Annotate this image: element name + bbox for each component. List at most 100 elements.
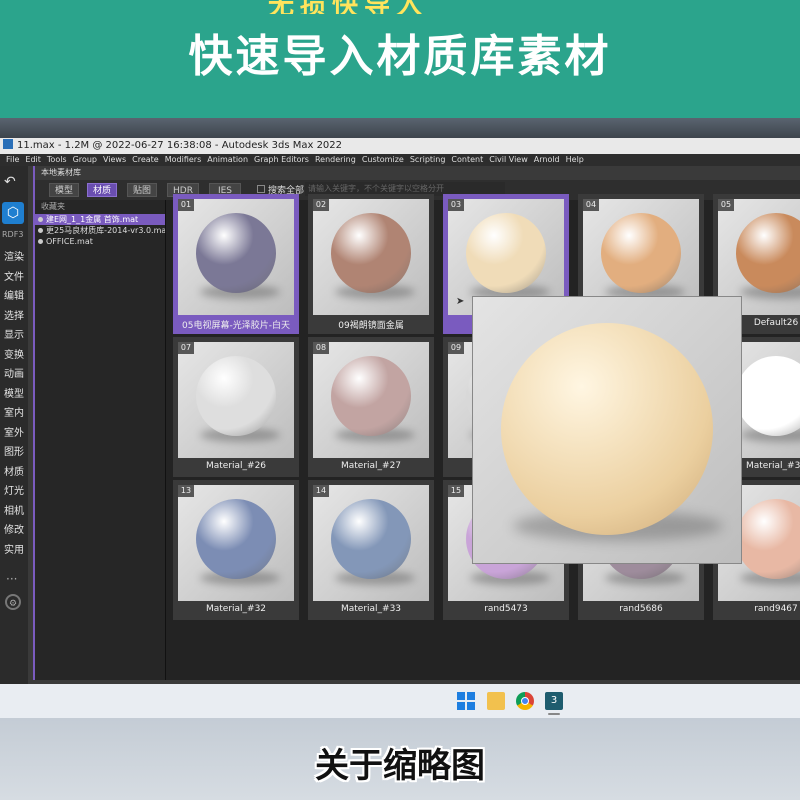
favorites-item[interactable]: 建E网_1_1金属 首饰.mat bbox=[35, 214, 165, 225]
material-thumbnail[interactable]: 13 Material_#32 bbox=[173, 480, 299, 620]
window-title: 11.max - 1.2M @ 2022-06-27 16:38:08 - Au… bbox=[17, 140, 343, 151]
plugin-nav-item[interactable]: 室外 bbox=[0, 424, 28, 444]
material-sphere bbox=[466, 213, 546, 293]
thumbnail-number: 04 bbox=[583, 199, 599, 211]
plugin-nav-item[interactable]: 相机 bbox=[0, 502, 28, 522]
menu-item[interactable]: Views bbox=[103, 155, 126, 164]
plugin-nav-item[interactable]: 实用 bbox=[0, 541, 28, 561]
material-sphere bbox=[736, 356, 800, 436]
material-label: 05电视屏幕-光泽胶片-白天 bbox=[182, 321, 290, 331]
thumbnail-image: 13 bbox=[178, 485, 294, 601]
menu-item[interactable]: Tools bbox=[47, 155, 67, 164]
3dsmax-icon[interactable]: 3 bbox=[545, 692, 563, 710]
blurred-background-band bbox=[0, 118, 800, 138]
plugin-nav-item[interactable]: 模型 bbox=[0, 385, 28, 405]
plugin-nav-item[interactable]: 图形 bbox=[0, 443, 28, 463]
material-thumbnail[interactable]: 01 05电视屏幕-光泽胶片-白天 bbox=[173, 194, 299, 334]
material-thumbnail[interactable]: 07 Material_#26 bbox=[173, 337, 299, 477]
menu-item[interactable]: Arnold bbox=[534, 155, 560, 164]
settings-icon[interactable]: ⚙ bbox=[5, 594, 21, 610]
plugin-nav-item[interactable]: 材质 bbox=[0, 463, 28, 483]
thumbnail-image: 01 bbox=[178, 199, 294, 315]
menu-item[interactable]: Content bbox=[451, 155, 483, 164]
thumbnail-image: 07 bbox=[178, 342, 294, 458]
menu-item[interactable]: Scripting bbox=[410, 155, 446, 164]
plugin-nav-item[interactable]: 显示 bbox=[0, 326, 28, 346]
material-preview-popup bbox=[472, 296, 742, 564]
plugin-sidebar: ↶ ⬡ RDF3 渲染 文件 编辑 选择 显示 变换 动画 模型 室内 室外 图形 材质 灯光 相机 修改实… bbox=[0, 166, 28, 684]
material-sphere bbox=[196, 356, 276, 436]
more-icon[interactable]: ··· bbox=[6, 572, 17, 586]
plugin-nav: 渲染 文件 编辑 选择 显示 变换 动画 模型 室内 室外 图形 材质 灯光 相机 修改 实用 bbox=[0, 248, 28, 560]
material-label: Material_#33 bbox=[340, 604, 402, 614]
material-sphere bbox=[196, 213, 276, 293]
plugin-nav-item[interactable]: 室内 bbox=[0, 404, 28, 424]
plugin-nav-item[interactable]: 编辑 bbox=[0, 287, 28, 307]
preview-sphere bbox=[501, 323, 713, 535]
material-sphere bbox=[331, 499, 411, 579]
thumbnail-image: 14 bbox=[313, 485, 429, 601]
menu-item[interactable]: Graph Editors bbox=[254, 155, 309, 164]
menu-item[interactable]: Help bbox=[566, 155, 584, 164]
plugin-brand: RDF3 bbox=[2, 230, 24, 239]
file-explorer-icon[interactable] bbox=[487, 692, 505, 710]
thumbnail-image: 08 bbox=[313, 342, 429, 458]
plugin-logo-icon[interactable]: ⬡ bbox=[2, 202, 24, 224]
undo-icon[interactable]: ↶ bbox=[4, 174, 20, 190]
thumbnail-number: 09 bbox=[448, 342, 464, 354]
plugin-nav-item[interactable]: 修改 bbox=[0, 521, 28, 541]
material-label: rand9467 bbox=[754, 604, 798, 614]
3dsmax-app-icon bbox=[3, 139, 13, 149]
thumbnail-number: 14 bbox=[313, 485, 329, 497]
material-sphere bbox=[736, 213, 800, 293]
thumbnail-number: 13 bbox=[178, 485, 194, 497]
thumbnail-number: 02 bbox=[313, 199, 329, 211]
active-app-indicator bbox=[548, 713, 560, 715]
menu-item[interactable]: Edit bbox=[25, 155, 41, 164]
menu-item[interactable]: Rendering bbox=[315, 155, 356, 164]
thumbnail-number: 07 bbox=[178, 342, 194, 354]
material-thumbnail[interactable]: 08 Material_#27 bbox=[308, 337, 434, 477]
menu-item[interactable]: Civil View bbox=[489, 155, 528, 164]
plugin-nav-item[interactable]: 文件 bbox=[0, 268, 28, 288]
thumbnail-number: 01 bbox=[178, 199, 194, 211]
menu-item[interactable]: Modifiers bbox=[165, 155, 202, 164]
windows-start-icon[interactable] bbox=[457, 692, 475, 710]
plugin-nav-item[interactable]: 渲染 bbox=[0, 248, 28, 268]
material-sphere bbox=[331, 213, 411, 293]
material-label: Material_#27 bbox=[340, 461, 402, 471]
top-banner: 无损快导入 快速导入材质库素材 bbox=[0, 0, 800, 118]
search-all-checkbox[interactable] bbox=[257, 185, 265, 193]
bullet-icon bbox=[38, 217, 43, 222]
bullet-icon bbox=[38, 239, 43, 244]
plugin-nav-item[interactable]: 选择 bbox=[0, 307, 28, 327]
menu-item[interactable]: Group bbox=[73, 155, 97, 164]
windows-taskbar: 3 bbox=[0, 684, 800, 718]
banner-top-text-clipped: 无损快导入 bbox=[0, 0, 800, 14]
material-label: rand5686 bbox=[619, 604, 663, 614]
plugin-nav-item[interactable]: 变换 bbox=[0, 346, 28, 366]
thumbnail-image: 02 bbox=[313, 199, 429, 315]
favorites-item[interactable]: 更25马良材质库-2014-vr3.0.mat bbox=[35, 225, 165, 236]
menu-bar: File Edit Tools Group Views Create Modifiers An… bbox=[0, 154, 800, 166]
menu-item[interactable]: Animation bbox=[207, 155, 248, 164]
tab-material[interactable]: 材质 bbox=[87, 183, 117, 197]
thumbnail-number: 15 bbox=[448, 485, 464, 497]
material-thumbnail[interactable]: 02 09褐朗镜面金属 bbox=[308, 194, 434, 334]
material-label: Material_#26 bbox=[205, 461, 267, 471]
menu-item[interactable]: Create bbox=[132, 155, 159, 164]
material-thumbnail[interactable]: 14 Material_#33 bbox=[308, 480, 434, 620]
menu-item[interactable]: Customize bbox=[362, 155, 404, 164]
plugin-nav-item[interactable]: 灯光 bbox=[0, 482, 28, 502]
favorites-item[interactable]: OFFICE.mat bbox=[35, 236, 165, 247]
chrome-icon[interactable] bbox=[516, 692, 534, 710]
plugin-nav-item[interactable]: 动画 bbox=[0, 365, 28, 385]
tab-model[interactable]: 模型 bbox=[49, 183, 79, 197]
material-label: 09褐朗镜面金属 bbox=[338, 321, 404, 331]
thumbnail-number: 05 bbox=[718, 199, 734, 211]
thumbnail-number: 03 bbox=[448, 199, 464, 211]
material-sphere bbox=[196, 499, 276, 579]
material-sphere bbox=[601, 213, 681, 293]
tab-texture[interactable]: 贴图 bbox=[127, 183, 157, 197]
menu-item[interactable]: File bbox=[6, 155, 19, 164]
